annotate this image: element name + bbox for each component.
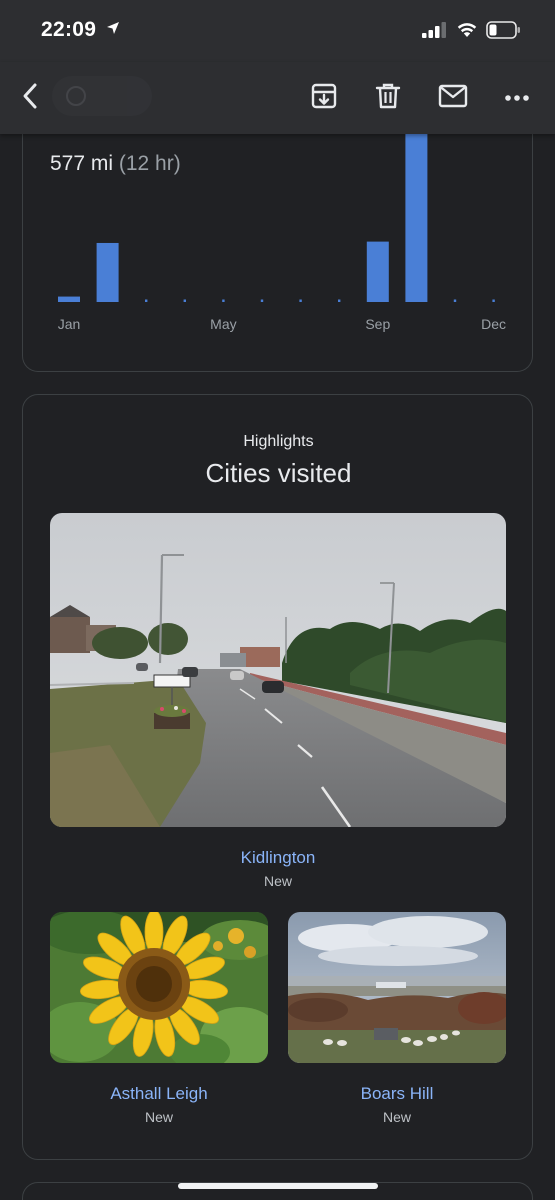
- more-horizontal-icon: [504, 89, 530, 107]
- bar-jun: [260, 299, 264, 302]
- place-status-asthall-leigh: New: [144, 1109, 173, 1125]
- bar-jul: [299, 299, 302, 302]
- sunflower-photo[interactable]: [50, 912, 268, 1063]
- faded-label-chip: [52, 76, 152, 116]
- bar-jan: [58, 296, 80, 302]
- place-name-asthall-leigh[interactable]: Asthall Leigh: [50, 1084, 268, 1104]
- bar-sep: [366, 241, 389, 302]
- delete-button[interactable]: [362, 62, 414, 134]
- tick-label-may: May: [210, 316, 236, 332]
- battery-icon: [486, 21, 522, 44]
- bar-feb: [96, 242, 119, 302]
- highlights-card: Highlights Cities visited Kidlington New…: [22, 394, 533, 1160]
- bar-dec: [492, 299, 495, 302]
- hillside-sheep-photo[interactable]: [288, 912, 506, 1063]
- more-options-button[interactable]: [491, 62, 543, 134]
- road-with-town-sign-photo[interactable]: [50, 513, 506, 827]
- bar-may: [222, 299, 225, 302]
- tick-label-jan: Jan: [58, 316, 81, 332]
- location-arrow-icon: [106, 21, 120, 40]
- status-time: 22:09: [41, 18, 97, 41]
- bar-mar: [145, 299, 148, 302]
- distance-card: 577 mi (12 hr) Jan May Sep Dec: [22, 100, 533, 372]
- back-button[interactable]: [4, 62, 56, 134]
- email-toolbar: [0, 62, 555, 134]
- tick-label-sep: Sep: [365, 316, 390, 332]
- mark-unread-button[interactable]: [427, 62, 479, 134]
- home-indicator[interactable]: [178, 1183, 378, 1189]
- bar-apr: [183, 299, 186, 302]
- cellular-signal-icon: [422, 22, 448, 43]
- wifi-icon: [456, 21, 478, 43]
- bar-aug: [338, 299, 341, 302]
- back-arrow-icon: [19, 82, 41, 115]
- place-status-kidlington: New: [263, 873, 292, 889]
- bar-oct: [405, 122, 428, 302]
- place-name-boars-hill[interactable]: Boars Hill: [288, 1084, 506, 1104]
- highlights-label: Highlights: [243, 433, 314, 450]
- status-bar: 22:09: [0, 0, 555, 62]
- archive-icon: [310, 82, 338, 115]
- archive-button[interactable]: [298, 62, 350, 134]
- trash-icon: [375, 82, 401, 115]
- highlights-title: Cities visited: [205, 458, 352, 488]
- place-name-kidlington[interactable]: Kidlington: [50, 848, 506, 868]
- monthly-distance-chart: Jan May Sep Dec: [58, 122, 506, 332]
- tick-label-dec: Dec: [481, 316, 506, 332]
- chip-circle-icon: [66, 86, 86, 106]
- mail-icon: [438, 84, 468, 113]
- place-status-boars-hill: New: [382, 1109, 411, 1125]
- bar-nov: [453, 299, 457, 302]
